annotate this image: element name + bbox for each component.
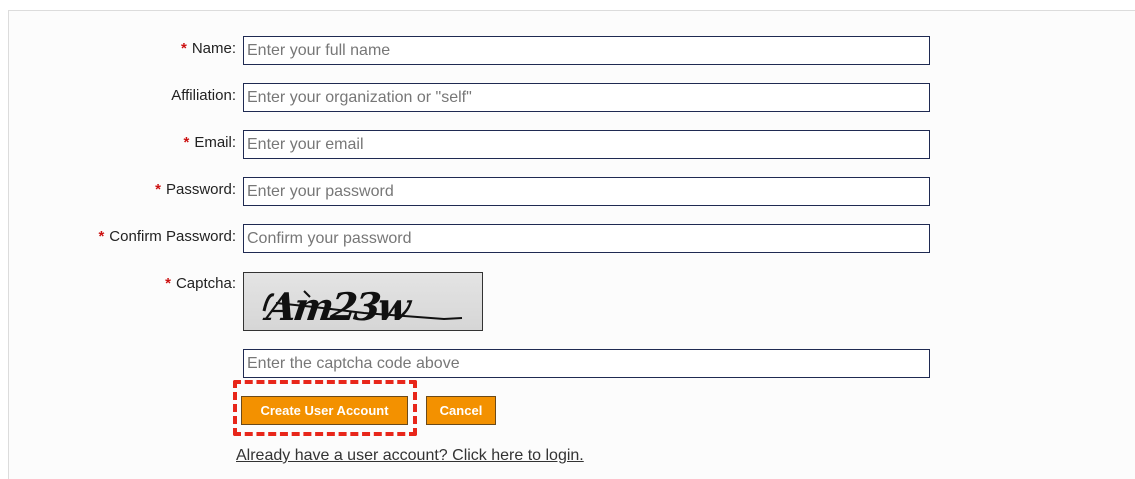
email-label: * Email: xyxy=(183,134,236,151)
name-input[interactable] xyxy=(243,36,930,65)
captcha-input[interactable] xyxy=(243,349,930,378)
password-input[interactable] xyxy=(243,177,930,206)
required-marker: * xyxy=(180,40,187,57)
confirm-password-input[interactable] xyxy=(243,224,930,253)
captcha-graphic: Am23w xyxy=(261,285,463,330)
required-marker: * xyxy=(165,275,171,292)
captcha-text: Am23w xyxy=(261,285,415,330)
required-marker: * xyxy=(183,134,190,151)
affiliation-label: Affiliation: xyxy=(171,87,236,104)
password-label: * Password: xyxy=(155,181,236,198)
name-label: * Name: xyxy=(180,40,236,57)
required-marker: * xyxy=(98,228,105,245)
confirm-password-label: * Confirm Password: xyxy=(98,228,236,245)
email-input[interactable] xyxy=(243,130,930,159)
affiliation-input[interactable] xyxy=(243,83,930,112)
login-link[interactable]: Already have a user account? Click here … xyxy=(236,447,584,465)
create-user-account-button[interactable]: Create User Account xyxy=(241,396,408,425)
cancel-button[interactable]: Cancel xyxy=(426,396,496,425)
captcha-image: Am23w xyxy=(243,272,483,331)
captcha-label: * Captcha: xyxy=(165,275,236,292)
required-marker: * xyxy=(155,181,161,198)
